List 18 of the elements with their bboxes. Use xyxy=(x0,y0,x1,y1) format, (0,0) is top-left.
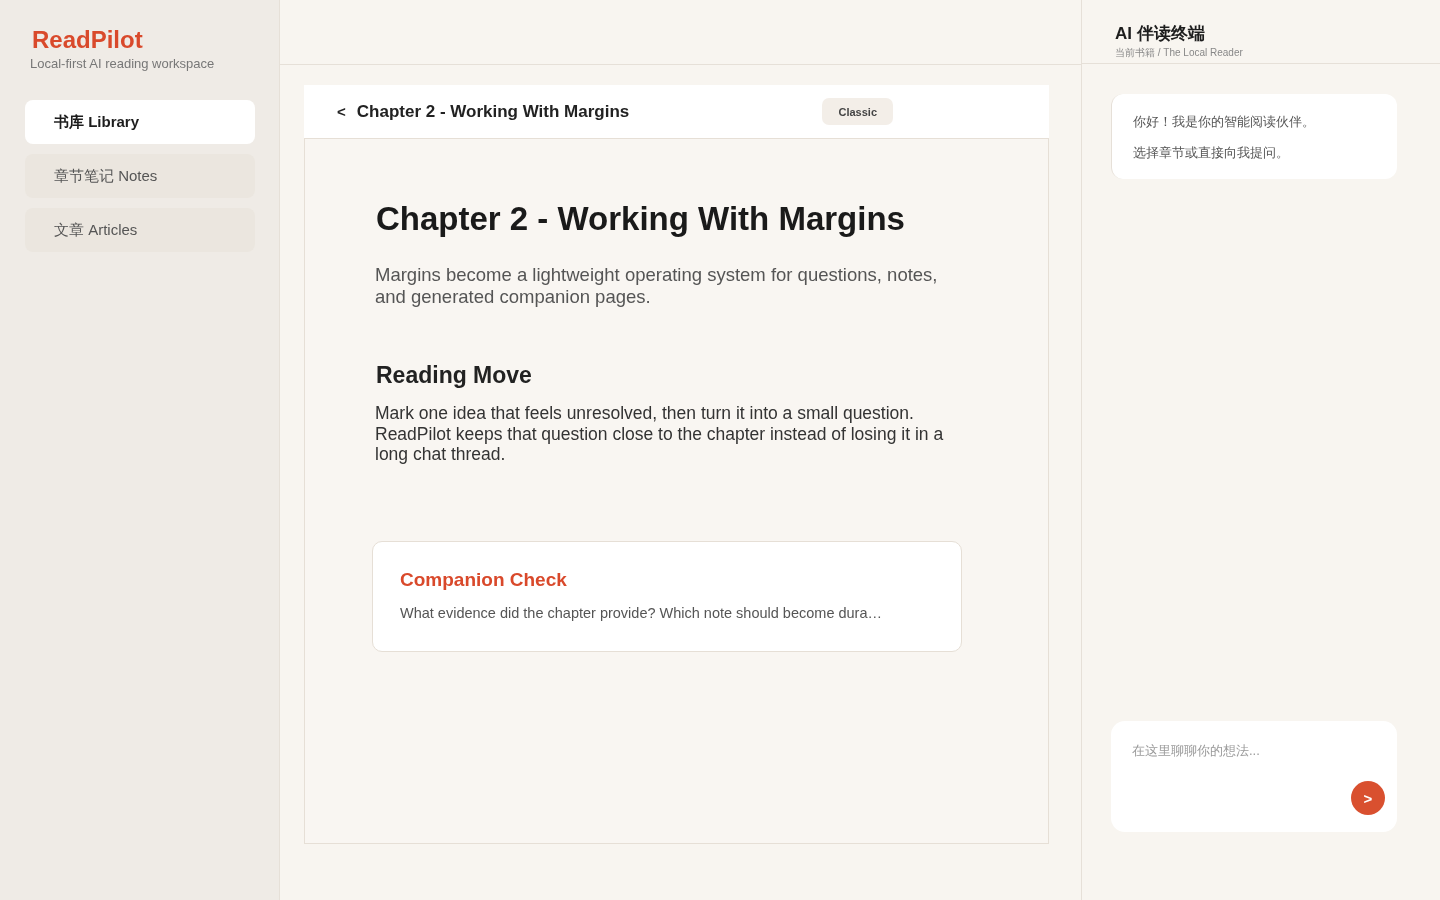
card-text: What evidence did the chapter provide? Which note should become dura… xyxy=(400,603,883,623)
chapter-title: Chapter 2 - Working With Margins xyxy=(356,101,630,122)
sidebar-item[interactable]: 章节笔记 Notes xyxy=(25,154,255,198)
chapter-heading: Chapter 2 - Working With Margins xyxy=(376,199,906,239)
card-title: Companion Check xyxy=(400,567,568,592)
back-button[interactable]: < xyxy=(334,103,349,120)
message-text: 你好！我是你的智能阅读伙伴。 xyxy=(1133,113,1316,131)
chapter-lead: Margins become a lightweight operating system for questions, notes, and generated companion pages. xyxy=(375,264,939,308)
app-logo: ReadPilot xyxy=(31,25,143,55)
mode-button[interactable]: Classic xyxy=(822,98,893,125)
section-heading: Reading Move xyxy=(376,361,533,390)
sidebar-item[interactable]: 文章 Articles xyxy=(25,208,255,252)
panel-title: AI 伴读终端 xyxy=(1115,23,1205,45)
panel-subtitle: 当前书籍 / The Local Reader xyxy=(1115,46,1243,60)
section-text: Mark one idea that feels unresolved, then turn it into a small question. ReadPilot keeps that question close to the chapter instead of losing it in a long chat thread. xyxy=(375,403,945,465)
sidebar-item[interactable]: 书库 Library xyxy=(25,100,255,144)
app-tagline: Local-first AI reading workspace xyxy=(29,55,215,73)
message-text: 选择章节或直接向我提问。 xyxy=(1133,144,1290,162)
